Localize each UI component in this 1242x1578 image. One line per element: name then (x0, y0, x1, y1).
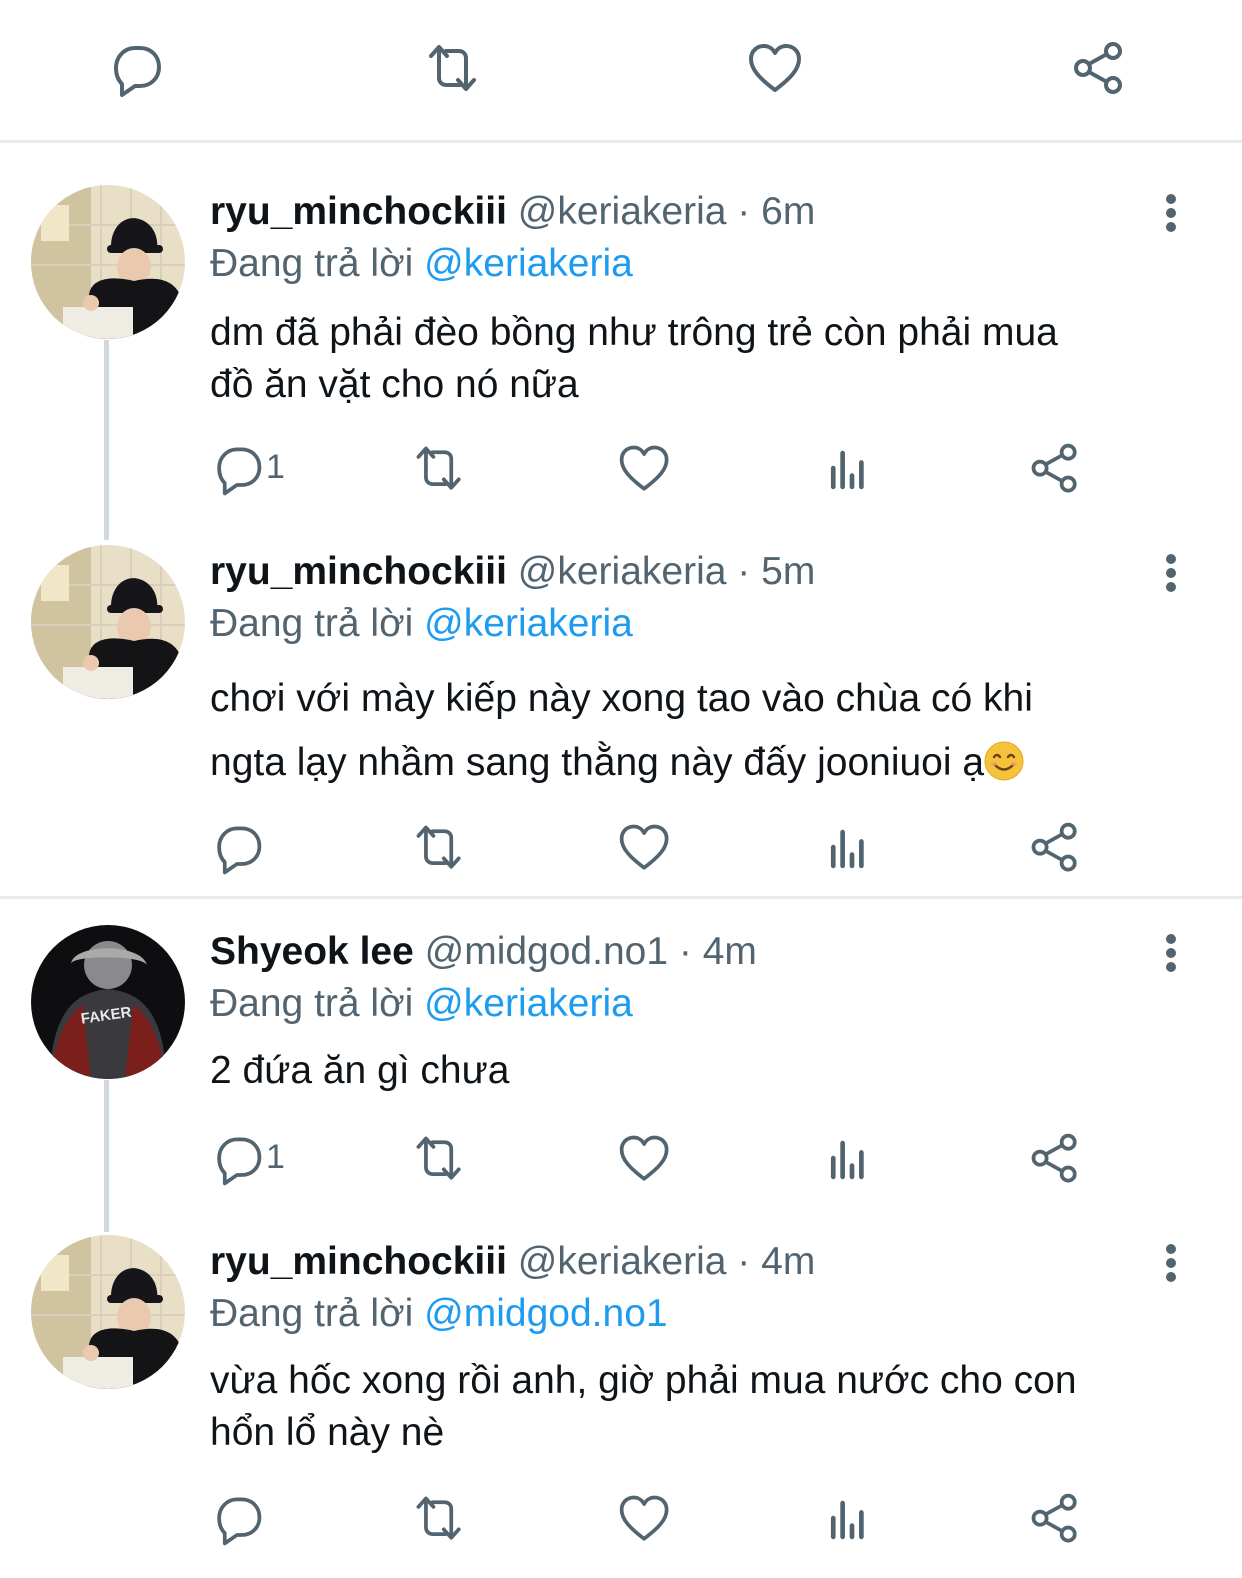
heart-icon (619, 1495, 669, 1541)
reply-icon (217, 826, 262, 875)
user-handle[interactable]: @keriakeria (518, 550, 727, 593)
reply-icon (217, 447, 262, 496)
avatar[interactable] (31, 1235, 185, 1389)
like-button[interactable] (616, 1130, 676, 1190)
avatar[interactable] (31, 185, 185, 339)
reply-button[interactable]: 1 (206, 1130, 316, 1190)
tweet-actions: 1 (0, 1130, 1242, 1190)
share-button[interactable] (1026, 440, 1086, 500)
stats-icon (822, 1490, 882, 1550)
like-button[interactable] (616, 1490, 676, 1550)
reply-icon[interactable] (102, 38, 166, 102)
more-options-icon[interactable] (1158, 193, 1184, 233)
mention-link[interactable]: @midgod.no1 (424, 1292, 667, 1335)
reply-icon (217, 1497, 262, 1546)
reply-count: 1 (266, 1138, 285, 1176)
smiling-face-emoji (983, 737, 1025, 801)
section-divider (0, 896, 1242, 899)
tweet-actions (0, 819, 1242, 879)
share-button[interactable] (1026, 819, 1086, 879)
tweet-text: dm đã phải đèo bồng như trông trẻ còn ph… (210, 311, 1058, 406)
tweet-text: chơi với mày kiếp này xong tao vào chùa … (210, 667, 1033, 801)
retweet-icon (416, 825, 461, 869)
retweet-icon[interactable] (422, 38, 486, 102)
heart-icon (619, 1135, 669, 1181)
more-options-icon[interactable] (1158, 933, 1184, 973)
tweet-actions (0, 1490, 1242, 1550)
reply-button[interactable] (206, 819, 316, 879)
stats-icon (822, 1130, 882, 1190)
views-button[interactable] (822, 440, 882, 500)
timestamp: 5m (761, 550, 816, 593)
retweet-button[interactable] (410, 440, 470, 500)
display-name[interactable]: Shyeok lee (210, 930, 414, 973)
tweet-header: ryu_minchockiii @keriakeria · 6m (210, 190, 816, 233)
reply-button[interactable]: 1 (206, 440, 316, 500)
like-button[interactable] (616, 819, 676, 879)
reply-count: 1 (266, 448, 285, 486)
share-icon (1031, 1493, 1077, 1543)
tweet-header: ryu_minchockiii @keriakeria · 5m (210, 550, 816, 593)
share-button[interactable] (1026, 1130, 1086, 1190)
top-action-bar (0, 0, 1242, 140)
retweet-icon (416, 446, 461, 490)
avatar[interactable] (31, 925, 185, 1079)
stats-icon (822, 440, 882, 500)
tweet-header: Shyeok lee @midgod.no1 · 4m (210, 930, 757, 973)
replying-to: Đang trả lời @keriakeria (210, 982, 633, 1025)
mention-link[interactable]: @keriakeria (424, 242, 633, 285)
avatar[interactable] (31, 545, 185, 699)
views-button[interactable] (822, 1130, 882, 1190)
user-handle[interactable]: @keriakeria (518, 1240, 727, 1283)
reply-icon (217, 1137, 262, 1186)
more-options-icon[interactable] (1158, 553, 1184, 593)
retweet-button[interactable] (410, 819, 470, 879)
views-button[interactable] (822, 819, 882, 879)
tweet-text: 2 đứa ăn gì chưa (210, 1049, 510, 1092)
section-divider (0, 140, 1242, 143)
share-icon (1031, 1133, 1077, 1183)
heart-icon (619, 445, 669, 491)
tweet-actions: 1 (0, 440, 1242, 500)
share-icon[interactable] (1068, 38, 1132, 102)
replying-to: Đang trả lời @keriakeria (210, 602, 633, 645)
like-button[interactable] (616, 440, 676, 500)
user-handle[interactable]: @keriakeria (518, 190, 727, 233)
mention-link[interactable]: @keriakeria (424, 982, 633, 1025)
retweet-icon (416, 1136, 461, 1180)
more-options-icon[interactable] (1158, 1243, 1184, 1283)
display-name[interactable]: ryu_minchockiii (210, 550, 507, 593)
replying-to: Đang trả lời @keriakeria (210, 242, 633, 285)
timestamp: 6m (761, 190, 816, 233)
timestamp: 4m (702, 930, 757, 973)
retweet-icon (416, 1496, 461, 1540)
share-icon (1031, 443, 1077, 493)
timestamp: 4m (761, 1240, 816, 1283)
heart-icon (619, 824, 669, 870)
retweet-button[interactable] (410, 1490, 470, 1550)
replying-to: Đang trả lời @midgod.no1 (210, 1292, 668, 1335)
tweet-header: ryu_minchockiii @keriakeria · 4m (210, 1240, 816, 1283)
retweet-button[interactable] (410, 1130, 470, 1190)
stats-icon (822, 819, 882, 879)
views-button[interactable] (822, 1490, 882, 1550)
user-handle[interactable]: @midgod.no1 (425, 930, 668, 973)
reply-button[interactable] (206, 1490, 316, 1550)
tweet-text: vừa hốc xong rồi anh, giờ phải mua nước … (210, 1359, 1077, 1454)
share-icon (1031, 822, 1077, 872)
mention-link[interactable]: @keriakeria (424, 602, 633, 645)
display-name[interactable]: ryu_minchockiii (210, 190, 507, 233)
share-button[interactable] (1026, 1490, 1086, 1550)
display-name[interactable]: ryu_minchockiii (210, 1240, 507, 1283)
heart-icon[interactable] (745, 38, 809, 102)
